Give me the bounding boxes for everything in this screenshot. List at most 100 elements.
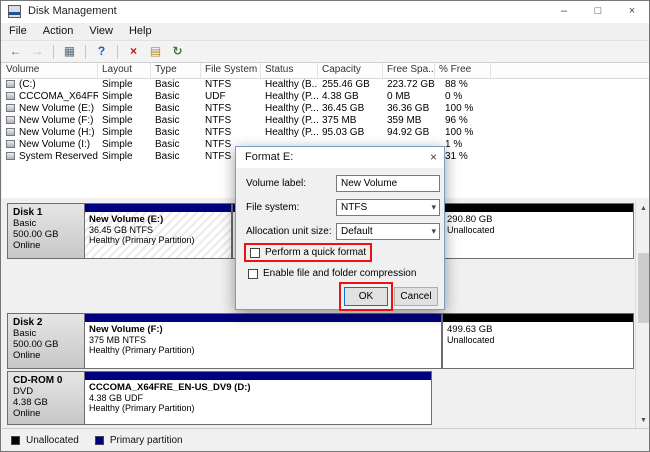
menu-bar: File Action View Help (1, 23, 649, 40)
forward-arrow-icon[interactable]: → (29, 43, 46, 60)
quick-format-label: Perform a quick format (265, 247, 367, 258)
cell-pct-free: 100 % (445, 127, 474, 138)
volume-icon (6, 92, 15, 100)
unallocated-strip (443, 314, 633, 322)
column-header-volume[interactable]: Volume (2, 63, 98, 79)
cell-status: Healthy (P... (265, 103, 318, 114)
ok-button[interactable]: OK (344, 287, 388, 306)
disk-name: Disk 2 (13, 317, 43, 328)
scrollbar-thumb[interactable] (638, 253, 649, 323)
volume-name: New Volume (E:) (19, 103, 95, 114)
column-header-free-space[interactable]: Free Spa... (383, 63, 435, 79)
cell-file-system: NTFS (205, 79, 232, 90)
menu-view[interactable]: View (81, 23, 121, 40)
cell-type: Basic (155, 103, 180, 114)
column-header-pct-free[interactable]: % Free (435, 63, 491, 79)
refresh-icon[interactable]: ↻ (169, 43, 186, 60)
window-title: Disk Management (28, 5, 117, 17)
column-header-filler (491, 63, 649, 79)
table-row[interactable]: CCCOMA_X64FRE... Simple Basic UDF Health… (2, 91, 649, 103)
cell-free-space: 36.36 GB (387, 103, 430, 114)
partition-status: Healthy (Primary Partition) (89, 345, 195, 355)
table-row[interactable]: New Volume (H:) Simple Basic NTFS Health… (2, 127, 649, 139)
table-row[interactable]: New Volume (E:) Simple Basic NTFS Health… (2, 103, 649, 115)
scroll-up-icon[interactable]: ▲ (636, 201, 649, 216)
cell-status: Healthy (P... (265, 91, 318, 102)
file-system-select[interactable]: NTFS ▾ (336, 199, 440, 216)
column-header-file-system[interactable]: File System (201, 63, 261, 79)
disk-state: Online (13, 408, 41, 419)
partition-dvd-d[interactable]: CCCOMA_X64FRE_EN-US_DV9 (D:) 4.38 GB UDF… (84, 371, 432, 425)
cancel-button[interactable]: Cancel (394, 287, 438, 306)
compression-label: Enable file and folder compression (263, 268, 417, 279)
menu-file[interactable]: File (1, 23, 35, 40)
cell-file-system: NTFS (205, 127, 232, 138)
unallocated-region-disk1[interactable]: 290.80 GB Unallocated (442, 203, 634, 259)
unallocated-strip (443, 204, 633, 212)
help-icon[interactable]: ? (93, 43, 110, 60)
volume-label-input[interactable] (336, 175, 440, 192)
cdrom0-info-box[interactable]: CD-ROM 0 DVD 4.38 GB Online (7, 371, 88, 425)
cell-layout: Simple (102, 79, 133, 90)
cell-layout: Simple (102, 103, 133, 114)
cell-file-system: UDF (205, 91, 226, 102)
cell-filler (491, 115, 649, 127)
back-arrow-icon[interactable]: ← (7, 43, 24, 60)
title-bar: Disk Management – □ × (1, 1, 649, 23)
primary-partition-strip (85, 372, 431, 380)
column-header-capacity[interactable]: Capacity (318, 63, 383, 79)
cell-type: Basic (155, 139, 180, 150)
maximize-button[interactable]: □ (581, 1, 615, 23)
legend-label: Primary partition (109, 435, 183, 446)
show-console-tree-icon[interactable]: ▦ (61, 43, 78, 60)
quick-format-checkbox[interactable] (250, 247, 260, 258)
table-row[interactable]: New Volume (F:) Simple Basic NTFS Health… (2, 115, 649, 127)
cell-status: Healthy (P... (265, 115, 318, 126)
toolbar-separator (53, 44, 54, 59)
primary-partition-strip (85, 314, 441, 322)
allocation-unit-value: Default (341, 226, 373, 237)
scroll-down-icon[interactable]: ▼ (636, 413, 649, 428)
partition-status: Healthy (Primary Partition) (89, 235, 195, 245)
disk2-info-box[interactable]: Disk 2 Basic 500.00 GB Online (7, 313, 88, 369)
cell-free-space: 0 MB (387, 91, 411, 102)
disk-size: 4.38 GB (13, 397, 48, 408)
table-row[interactable]: (C:) Simple Basic NTFS Healthy (B... 255… (2, 79, 649, 91)
toolbar: ← → ▦ ? × ▤ ↻ (1, 40, 649, 63)
cell-layout: Simple (102, 91, 133, 102)
close-button[interactable]: × (615, 1, 649, 23)
disk-row-disk2: Disk 2 Basic 500.00 GB Online New Volume… (2, 313, 635, 369)
partition-new-volume-f[interactable]: New Volume (F:) 375 MB NTFS Healthy (Pri… (84, 313, 442, 369)
legend-item-unallocated: Unallocated (11, 435, 79, 446)
cell-layout: Simple (102, 139, 133, 150)
column-header-type[interactable]: Type (151, 63, 201, 79)
volume-name: New Volume (I:) (19, 139, 91, 150)
menu-action[interactable]: Action (35, 23, 82, 40)
volume-properties-icon[interactable]: ▤ (147, 43, 164, 60)
volume-icon (6, 80, 15, 88)
dialog-close-icon[interactable]: × (430, 149, 437, 165)
cell-pct-free: 88 % (445, 79, 468, 90)
column-header-status[interactable]: Status (261, 63, 318, 79)
volume-name: New Volume (F:) (19, 115, 94, 126)
minimize-button[interactable]: – (547, 1, 581, 23)
disk-management-window: Disk Management – □ × File Action View H… (0, 0, 650, 452)
disk1-info-box[interactable]: Disk 1 Basic 500.00 GB Online (7, 203, 88, 259)
disk-state: Online (13, 240, 41, 251)
cell-type: Basic (155, 79, 180, 90)
partition-new-volume-e[interactable]: New Volume (E:) 36.45 GB NTFS Healthy (P… (84, 203, 232, 259)
cell-type: Basic (155, 127, 180, 138)
delete-volume-icon[interactable]: × (125, 43, 142, 60)
cell-capacity: 4.38 GB (322, 91, 359, 102)
column-header-layout[interactable]: Layout (98, 63, 151, 79)
cell-pct-free: 0 % (445, 91, 463, 102)
volume-icon (6, 140, 15, 148)
allocation-unit-select[interactable]: Default ▾ (336, 223, 440, 240)
vertical-scrollbar[interactable]: ▲ ▼ (635, 201, 649, 428)
menu-help[interactable]: Help (121, 23, 160, 40)
unallocated-region-disk2[interactable]: 499.63 GB Unallocated (442, 313, 634, 369)
disk-state: Online (13, 350, 41, 361)
compression-checkbox[interactable] (248, 268, 258, 279)
unallocated-label: Unallocated (447, 335, 495, 345)
cell-filler (491, 127, 649, 139)
